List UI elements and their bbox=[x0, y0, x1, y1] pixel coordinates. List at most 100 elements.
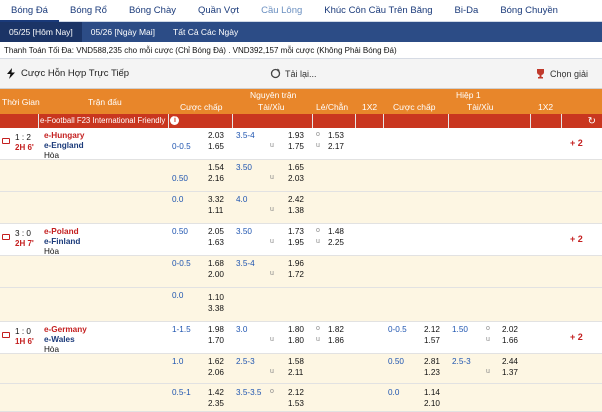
favorite-icon[interactable] bbox=[2, 332, 10, 338]
half-handicap-odds-home[interactable]: 2.12 bbox=[424, 325, 440, 334]
under-odds[interactable]: 1.72 bbox=[288, 270, 304, 279]
sport-tab-football[interactable]: Bóng Đá bbox=[0, 0, 59, 22]
handicap-odds-away[interactable]: 1.11 bbox=[208, 206, 223, 215]
refresh-icon bbox=[270, 68, 281, 79]
half-under-odds[interactable]: 1.66 bbox=[502, 336, 518, 345]
under-odds[interactable]: 1.75 bbox=[288, 142, 304, 151]
handicap-odds-away[interactable]: 2.00 bbox=[208, 270, 224, 279]
under-label: u bbox=[270, 174, 274, 181]
header-1x2: 1X2 bbox=[362, 102, 378, 112]
sport-tab-volleyball[interactable]: Bóng Chuyền bbox=[489, 0, 569, 22]
match-score: 1 : 0 bbox=[15, 327, 31, 336]
home-team: e-Poland bbox=[44, 227, 79, 236]
over-under-line: 3.5-4 bbox=[236, 259, 255, 268]
favorite-icon[interactable] bbox=[2, 138, 10, 144]
handicap-line: 0-0.5 bbox=[172, 259, 191, 268]
league-bar[interactable]: e-Football F23 International Friendly i … bbox=[0, 114, 602, 128]
half-handicap-odds-away[interactable]: 1.23 bbox=[424, 368, 440, 377]
over-under-line: 3.50 bbox=[236, 227, 252, 236]
handicap-odds-away[interactable]: 3.38 bbox=[208, 304, 224, 313]
date-tab-today[interactable]: 05/25 [Hôm Nay] bbox=[0, 22, 82, 42]
under-odds[interactable]: 2.11 bbox=[288, 368, 303, 377]
handicap-line: 0-0.5 bbox=[172, 142, 191, 151]
handicap-odds-away[interactable]: 1.65 bbox=[208, 142, 224, 151]
handicap-line: 1.0 bbox=[172, 357, 184, 366]
half-under-odds[interactable]: 1.37 bbox=[502, 368, 518, 377]
even-odds[interactable]: 1.86 bbox=[328, 336, 344, 345]
handicap-odds-home[interactable]: 1.62 bbox=[208, 357, 224, 366]
over-under-line: 3.50 bbox=[236, 163, 252, 172]
handicap-odds-home[interactable]: 2.03 bbox=[208, 131, 224, 140]
refresh-button[interactable]: Tải lại... bbox=[270, 68, 317, 79]
header-match: Trận đấu bbox=[88, 97, 122, 107]
match-alt-line-row: 0.5-1 1.42 2.35 3.5-3.5 o 2.12 1.53 0.0 … bbox=[0, 384, 602, 412]
date-tab-all[interactable]: Tất Cả Các Ngày bbox=[164, 22, 247, 42]
over-odds[interactable]: 1.80 bbox=[288, 325, 304, 334]
draw-label: Hòa bbox=[44, 151, 60, 160]
under-odds[interactable]: 1.95 bbox=[288, 238, 304, 247]
under-odds[interactable]: 1.53 bbox=[288, 399, 304, 408]
half-over-odds[interactable]: 2.02 bbox=[502, 325, 518, 334]
more-bets-button[interactable]: + 2 bbox=[570, 332, 583, 342]
favorite-icon[interactable] bbox=[2, 234, 10, 240]
header-first-half: Hiệp 1 bbox=[456, 90, 481, 100]
over-odds[interactable]: 1.73 bbox=[288, 227, 304, 236]
handicap-odds-home[interactable]: 1.42 bbox=[208, 388, 224, 397]
refresh-label: Tải lại... bbox=[285, 68, 317, 79]
under-label: u bbox=[486, 336, 490, 343]
match-row: 1 : 2 2H 6' e-Hungary e-England Hòa 0-0.… bbox=[0, 128, 602, 160]
odd-odds[interactable]: 1.48 bbox=[328, 227, 344, 236]
date-tab-tomorrow[interactable]: 05/26 [Ngày Mai] bbox=[82, 22, 164, 42]
sport-tab-badminton[interactable]: Cầu Lông bbox=[250, 0, 313, 22]
half-handicap-odds-home[interactable]: 2.81 bbox=[424, 357, 440, 366]
even-odds[interactable]: 2.17 bbox=[328, 142, 344, 151]
sport-tab-tennis[interactable]: Quần Vợt bbox=[187, 0, 250, 22]
odd-odds[interactable]: 1.53 bbox=[328, 131, 344, 140]
under-odds[interactable]: 1.38 bbox=[288, 206, 304, 215]
over-odds[interactable]: 1.96 bbox=[288, 259, 304, 268]
handicap-odds-away[interactable]: 2.35 bbox=[208, 399, 224, 408]
under-odds[interactable]: 1.80 bbox=[288, 336, 304, 345]
over-odds[interactable]: 2.42 bbox=[288, 195, 304, 204]
even-odds[interactable]: 2.25 bbox=[328, 238, 344, 247]
info-icon[interactable]: i bbox=[170, 116, 180, 126]
over-under-line: 3.5-3.5 bbox=[236, 388, 262, 397]
under-label: u bbox=[270, 206, 274, 213]
half-handicap-odds-home[interactable]: 1.14 bbox=[424, 388, 440, 397]
sport-tab-ice-hockey[interactable]: Khúc Côn Cầu Trên Băng bbox=[313, 0, 443, 22]
more-bets-button[interactable]: + 2 bbox=[570, 234, 583, 244]
sport-tab-baseball[interactable]: Bóng Chày bbox=[118, 0, 187, 22]
over-under-line: 3.0 bbox=[236, 325, 248, 334]
half-handicap-line: 0.50 bbox=[388, 357, 404, 366]
choose-league-button[interactable]: Chọn giải bbox=[535, 68, 588, 79]
sport-tab-basketball[interactable]: Bóng Rổ bbox=[59, 0, 118, 22]
over-odds[interactable]: 2.12 bbox=[288, 388, 304, 397]
under-odds[interactable]: 2.03 bbox=[288, 174, 304, 183]
odd-label: o bbox=[316, 325, 320, 332]
even-label: u bbox=[316, 238, 320, 245]
odd-odds[interactable]: 1.82 bbox=[328, 325, 344, 334]
handicap-line: 0.50 bbox=[172, 227, 188, 236]
over-odds[interactable]: 1.58 bbox=[288, 357, 304, 366]
handicap-odds-home[interactable]: 1.68 bbox=[208, 259, 224, 268]
odd-label: o bbox=[316, 227, 320, 234]
handicap-odds-home[interactable]: 1.98 bbox=[208, 325, 224, 334]
over-label: o bbox=[486, 325, 490, 332]
handicap-odds-away[interactable]: 2.16 bbox=[208, 174, 224, 183]
half-handicap-odds-away[interactable]: 1.57 bbox=[424, 336, 440, 345]
league-refresh-icon[interactable]: ↻ bbox=[588, 115, 596, 129]
more-bets-button[interactable]: + 2 bbox=[570, 138, 583, 148]
handicap-odds-home[interactable]: 3.32 bbox=[208, 195, 224, 204]
sport-tab-billiards[interactable]: Bi-Da bbox=[444, 0, 490, 22]
handicap-odds-away[interactable]: 2.06 bbox=[208, 368, 224, 377]
half-handicap-odds-away[interactable]: 2.10 bbox=[424, 399, 440, 408]
header-odd-even: Lẻ/Chẵn bbox=[316, 102, 349, 112]
handicap-odds-home[interactable]: 2.05 bbox=[208, 227, 224, 236]
over-odds[interactable]: 1.93 bbox=[288, 131, 304, 140]
handicap-odds-home[interactable]: 1.10 bbox=[208, 293, 224, 302]
handicap-odds-away[interactable]: 1.63 bbox=[208, 238, 224, 247]
half-over-odds[interactable]: 2.44 bbox=[502, 357, 518, 366]
handicap-odds-home[interactable]: 1.54 bbox=[208, 163, 224, 172]
over-odds[interactable]: 1.65 bbox=[288, 163, 304, 172]
handicap-odds-away[interactable]: 1.70 bbox=[208, 336, 224, 345]
